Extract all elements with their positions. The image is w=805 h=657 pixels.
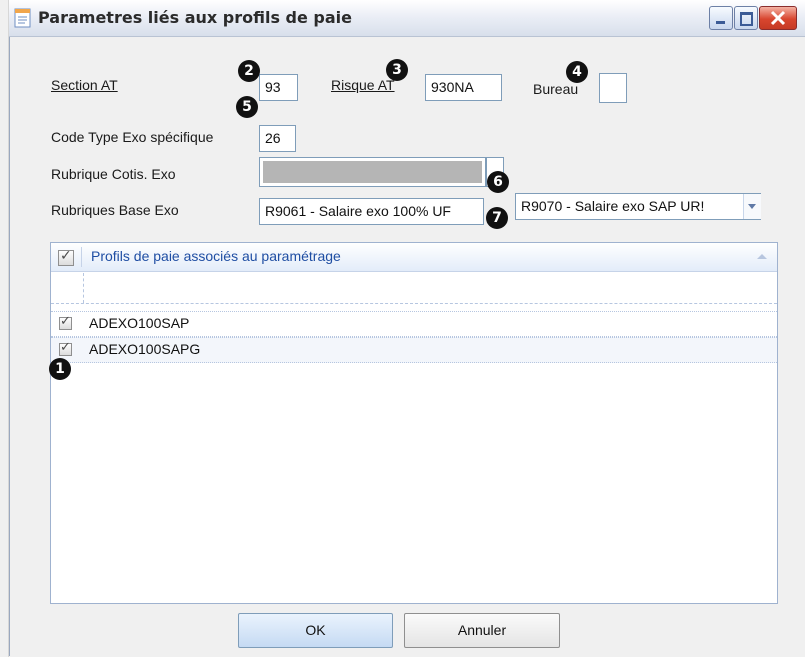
risque-at-label[interactable]: Risque AT [331,77,395,93]
cancel-button[interactable]: Annuler [404,613,560,648]
bureau-label: Bureau [533,81,579,97]
window-title: Parametres liés aux profils de paie [38,8,353,27]
badge-1: 1 [49,358,71,380]
code-type-exo-label: Code Type Exo spécifique [51,129,214,145]
sort-arrow-icon[interactable] [757,254,767,259]
ok-button[interactable]: OK [238,613,393,648]
close-x-glyph [770,10,786,26]
rubrique-cotis-field[interactable] [259,157,486,187]
section-at-field[interactable]: 93 [259,74,298,101]
rubriques-base-label: Rubriques Base Exo [51,202,179,218]
badge-7: 7 [486,207,508,229]
table-row[interactable]: ADEXO100SAP [51,311,777,337]
profiles-grid[interactable]: Profils de paie associés au paramétrage … [50,242,778,604]
code-type-exo-field[interactable]: 26 [259,125,296,152]
grid-header: Profils de paie associés au paramétrage [51,243,777,272]
badge-4: 4 [566,61,588,83]
header-separator [81,247,82,267]
grid-filter-row[interactable] [51,273,777,304]
grid-header-label[interactable]: Profils de paie associés au paramétrage [91,248,341,264]
badge-2: 2 [238,60,260,82]
filter-separator [83,273,85,303]
badge-5: 5 [236,96,258,118]
profile-name: ADEXO100SAP [89,315,190,331]
maximize-icon[interactable] [734,6,758,30]
risque-at-field[interactable]: 930NA [425,74,502,101]
dialog-window: Parametres liés aux profils de paie Sect… [0,0,805,657]
title-bar[interactable]: Parametres liés aux profils de paie [9,0,805,37]
window-left-edge [0,0,9,657]
rubriques-base-field-1[interactable]: R9061 - Salaire exo 100% UF [259,198,484,225]
row-checkbox[interactable] [59,340,72,356]
close-icon[interactable] [759,6,797,30]
table-row[interactable]: ADEXO100SAPG [51,337,777,363]
select-all-checkbox[interactable] [58,248,74,266]
section-at-label[interactable]: Section AT [51,77,118,93]
minimize-icon[interactable] [709,6,733,30]
bureau-field[interactable] [599,73,627,103]
profile-name: ADEXO100SAPG [89,341,201,357]
form-icon [14,8,31,28]
dropdown-arrow-icon[interactable] [743,194,761,219]
badge-6: 6 [487,171,509,193]
rubrique-cotis-fill [263,161,482,183]
row-checkbox[interactable] [59,314,72,330]
rubrique-cotis-label: Rubrique Cotis. Exo [51,166,176,182]
rubriques-base-field-2[interactable]: R9070 - Salaire exo SAP UR! [515,193,761,220]
badge-3: 3 [386,59,408,81]
